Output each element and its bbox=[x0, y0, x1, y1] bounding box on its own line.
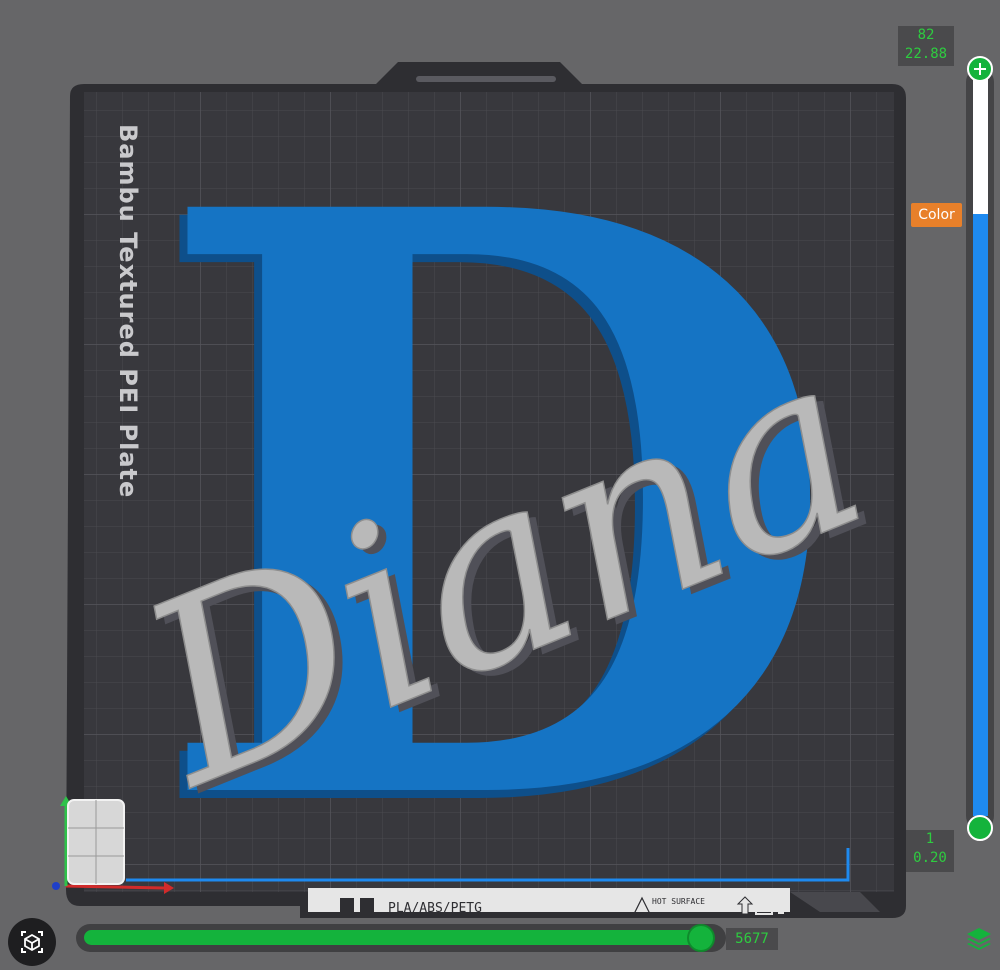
view-reset-button[interactable] bbox=[8, 918, 56, 966]
plate-name: Bambu Textured PEI Plate bbox=[114, 124, 142, 498]
layer-range-white bbox=[973, 76, 988, 214]
layer-range-color bbox=[973, 214, 988, 816]
move-slider-handle[interactable] bbox=[687, 924, 715, 952]
move-slider-fill bbox=[84, 930, 704, 945]
layers-toggle-button[interactable] bbox=[964, 924, 994, 954]
bottom-layer-label: 1 0.20 bbox=[906, 830, 954, 872]
z-axis-origin bbox=[52, 882, 60, 890]
bottom-layer-number: 1 bbox=[925, 831, 935, 847]
build-plate-scene: PLA/ABS/PETG HOT SURFACE Bambu Textured … bbox=[52, 39, 909, 968]
color-tag-button[interactable]: Color bbox=[911, 203, 962, 227]
move-count-label: 5677 bbox=[726, 928, 778, 950]
layers-icon bbox=[967, 928, 991, 950]
plus-icon bbox=[974, 63, 986, 75]
top-layer-height: 22.88 bbox=[904, 46, 948, 62]
bottom-layer-height: 0.20 bbox=[913, 850, 947, 866]
cube-view-icon bbox=[21, 931, 43, 953]
top-layer-handle[interactable] bbox=[967, 56, 993, 82]
top-layer-number: 82 bbox=[917, 27, 935, 43]
top-layer-label: 82 22.88 bbox=[898, 26, 954, 66]
3d-viewport[interactable]: PLA/ABS/PETG HOT SURFACE Bambu Textured … bbox=[0, 0, 1000, 968]
bottom-layer-handle[interactable] bbox=[967, 815, 993, 841]
